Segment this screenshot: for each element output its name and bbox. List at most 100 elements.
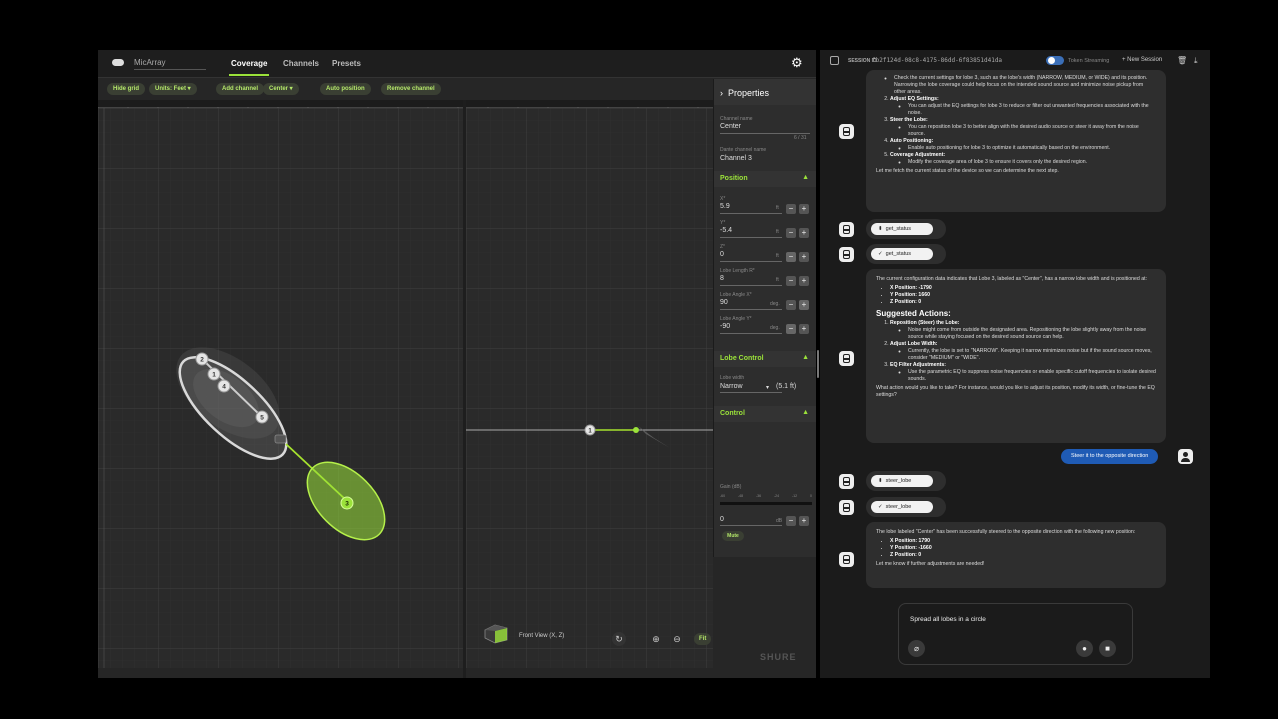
front-lobe-marker-3[interactable] (633, 427, 639, 433)
rotate-view-icon[interactable]: ↻ (612, 632, 626, 646)
mic-array-device-icon[interactable] (274, 434, 287, 444)
tab-coverage[interactable]: Coverage (228, 59, 270, 76)
x-decrement-button[interactable]: − (786, 204, 796, 214)
gain-meter (720, 502, 812, 505)
tool-name: get_status (885, 251, 912, 257)
lobe-length-input[interactable]: 8 (720, 275, 724, 282)
y-increment-button[interactable]: + (799, 228, 809, 238)
x-increment-button[interactable]: + (799, 204, 809, 214)
camera-icon[interactable]: ■ (1099, 640, 1116, 657)
message-text: The current configuration data indicates… (876, 276, 1148, 282)
micarray-app: MicArray Coverage Channels Presets ⚙ Hid… (98, 50, 816, 678)
z-decrement-button[interactable]: − (786, 252, 796, 262)
properties-header[interactable]: › Properties (714, 79, 816, 105)
lobe-marker-3[interactable]: 3 (340, 496, 354, 510)
z-increment-button[interactable]: + (799, 252, 809, 262)
lobe-length-label: Lobe Length R* (720, 268, 755, 274)
message-text: What action would you like to take? For … (876, 385, 1155, 398)
lobe-marker-4[interactable]: 4 (217, 379, 231, 393)
settings-gear-icon[interactable]: ⚙ (791, 56, 804, 69)
chevron-down-icon[interactable]: ▾ (766, 384, 769, 391)
x-unit: ft (776, 205, 779, 211)
lobe-angle-y-decrement-button[interactable]: − (786, 324, 796, 334)
lobe-width-select[interactable]: Narrow (720, 383, 743, 390)
bot-avatar (839, 552, 854, 567)
top-bar: MicArray Coverage Channels Presets ⚙ (98, 50, 816, 78)
z-underline (720, 261, 782, 262)
x-input[interactable]: 5.9 (720, 203, 730, 210)
gain-tick: -24 (774, 494, 780, 498)
message-step-title: Coverage Adjustment: (890, 152, 946, 158)
dante-channel-label: Dante channel name (720, 147, 767, 153)
tool-result[interactable]: ✓ steer_lobe (866, 497, 946, 517)
front-grid (466, 108, 713, 668)
z-input[interactable]: 0 (720, 251, 724, 258)
lobe-length-increment-button[interactable]: + (799, 276, 809, 286)
front-zoom-in-icon[interactable]: ⊕ (649, 632, 663, 646)
lobe-angle-x-input[interactable]: 90 (720, 299, 728, 306)
message-step-title: Steer the Lobe: (890, 117, 928, 123)
y-input[interactable]: -5.4 (720, 227, 732, 234)
gain-increment-button[interactable]: + (799, 516, 809, 526)
trash-icon[interactable]: 🗑 (1177, 56, 1187, 65)
auto-position-button[interactable]: Auto position (320, 83, 371, 95)
lobe-length-decrement-button[interactable]: − (786, 276, 796, 286)
lobe-marker-5[interactable]: 5 (255, 410, 269, 424)
lobe-5-label: 5 (260, 415, 264, 422)
lobe-2-label: 2 (200, 357, 204, 364)
gain-decrement-button[interactable]: − (786, 516, 796, 526)
session-id-value: fb2f124d-08c8-4175-86dd-6f83851d41da (872, 57, 1003, 64)
control-section[interactable]: Control ▲ (714, 406, 816, 422)
paperclip-icon[interactable]: ⌀ (908, 640, 925, 657)
tool-call[interactable]: ⬍ steer_lobe (866, 471, 946, 491)
position-y-text: Y Position: -1660 (890, 545, 932, 551)
lobe-4-label: 4 (222, 384, 226, 391)
add-channel-button[interactable]: Add channel (216, 83, 265, 95)
lobe-marker-2[interactable]: 2 (195, 352, 209, 366)
lobe-angle-y-increment-button[interactable]: + (799, 324, 809, 334)
properties-title: Properties (728, 88, 770, 98)
tool-name: get_status (885, 226, 912, 232)
assistant-message: The current configuration data indicates… (866, 269, 1166, 443)
channel-name-counter: 6 / 31 (794, 135, 807, 141)
lobe-angle-x-increment-button[interactable]: + (799, 300, 809, 310)
tool-result[interactable]: ✓ get_status (866, 244, 946, 264)
panel-resize-handle[interactable] (817, 350, 819, 378)
lobe-control-section[interactable]: Lobe Control ▲ (714, 351, 816, 367)
lobe-angle-x-decrement-button[interactable]: − (786, 300, 796, 310)
remove-channel-button[interactable]: Remove channel (381, 83, 441, 95)
gain-unit: dB (776, 518, 783, 524)
token-streaming-toggle[interactable] (1046, 56, 1064, 65)
mute-button[interactable]: Mute (722, 531, 744, 541)
gain-tick: -36 (756, 494, 762, 498)
front-view-canvas[interactable]: 1 (466, 108, 713, 668)
tool-call[interactable]: ⬍ get_status (866, 219, 946, 239)
center-dropdown[interactable]: Center ▾ (263, 83, 299, 95)
message-step-title: EQ Filter Adjustments: (890, 362, 947, 368)
tab-presets[interactable]: Presets (332, 59, 361, 68)
message-composer[interactable]: Spread all lobes in a circle ⌀ ● ■ (898, 603, 1133, 665)
x-label: X* (720, 196, 726, 202)
download-icon[interactable]: ⤓ (1194, 56, 1198, 66)
y-decrement-button[interactable]: − (786, 228, 796, 238)
front-view-label: Front View (X, Z) (519, 633, 565, 639)
microphone-icon[interactable]: ● (1076, 640, 1093, 657)
new-session-button[interactable]: + New Session (1122, 57, 1162, 63)
position-section[interactable]: Position ▲ (714, 171, 816, 187)
gain-input[interactable]: 0 (720, 516, 724, 523)
front-fit-button[interactable]: Fit (694, 633, 712, 645)
front-zoom-out-icon[interactable]: ⊖ (670, 632, 684, 646)
sidebar-toggle-icon[interactable] (830, 56, 839, 65)
tab-channels[interactable]: Channels (283, 59, 319, 68)
lobe-marker-1[interactable]: 1 (207, 367, 221, 381)
units-dropdown[interactable]: Units: Feet ▾ (149, 83, 197, 95)
hide-grid-button[interactable]: Hide grid (107, 83, 146, 95)
lobe-angle-y-input[interactable]: -90 (720, 323, 730, 330)
message-input[interactable]: Spread all lobes in a circle (910, 616, 986, 623)
tool-name: steer_lobe (885, 504, 912, 510)
top-view-svg[interactable]: 2 1 4 5 3 (98, 108, 463, 668)
channel-name-input[interactable]: Center (720, 123, 741, 130)
view-cube-icon[interactable] (481, 622, 511, 644)
front-view-svg[interactable]: 1 (466, 108, 713, 668)
top-view-canvas[interactable]: 2 1 4 5 3 (98, 108, 463, 668)
